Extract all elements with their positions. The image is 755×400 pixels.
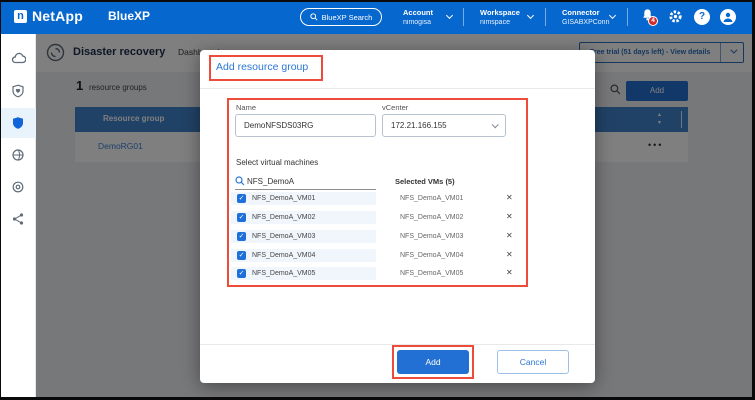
account-menu[interactable]: Account nimogisa bbox=[403, 8, 433, 26]
vm-name: NFS_DemoA_VM04 bbox=[252, 252, 315, 259]
restore-globe-icon[interactable] bbox=[0, 140, 36, 170]
vm-list-item[interactable]: NFS_DemoA_VM01 bbox=[231, 192, 376, 205]
selected-vm-name: NFS_DemoA_VM01 bbox=[400, 195, 463, 202]
checkbox-checked-icon[interactable] bbox=[237, 251, 246, 260]
vm-list-item[interactable]: NFS_DemoA_VM05 bbox=[231, 267, 376, 280]
storage-icon[interactable] bbox=[0, 44, 36, 74]
top-header-bar: n NetApp BlueXP BlueXP Search Account ni… bbox=[0, 0, 755, 34]
checkbox-checked-icon[interactable] bbox=[237, 213, 246, 222]
workspace-label: Workspace bbox=[480, 8, 520, 17]
bluexp-window: n NetApp BlueXP BlueXP Search Account ni… bbox=[0, 0, 755, 400]
remove-vm-icon[interactable] bbox=[506, 213, 513, 221]
health-shield-icon[interactable] bbox=[0, 76, 36, 106]
dialog-add-button[interactable]: Add bbox=[397, 350, 469, 374]
vm-list-item[interactable]: NFS_DemoA_VM04 bbox=[231, 249, 376, 262]
selected-vm-name: NFS_DemoA_VM02 bbox=[400, 214, 463, 221]
selected-vm-name: NFS_DemoA_VM03 bbox=[400, 233, 463, 240]
vm-list-item[interactable]: NFS_DemoA_VM02 bbox=[231, 211, 376, 224]
vm-name: NFS_DemoA_VM02 bbox=[252, 214, 315, 221]
checkbox-checked-icon[interactable] bbox=[237, 232, 246, 241]
dialog-divider bbox=[200, 88, 595, 89]
name-field[interactable]: DemoNFSDS03RG bbox=[235, 114, 376, 137]
header-divider bbox=[627, 8, 628, 26]
dialog-footer-divider bbox=[200, 344, 595, 345]
selected-vms-label: Selected VMs (5) bbox=[395, 177, 455, 186]
vcenter-value: 172.21.166.155 bbox=[391, 121, 447, 130]
name-label: Name bbox=[236, 103, 256, 112]
netapp-logo-icon: n bbox=[14, 10, 27, 23]
remove-vm-icon[interactable] bbox=[506, 194, 513, 202]
search-label: BlueXP Search bbox=[322, 13, 373, 22]
vm-search-icon bbox=[235, 176, 245, 186]
dialog-cancel-button[interactable]: Cancel bbox=[497, 350, 569, 374]
workspace-menu[interactable]: Workspace nimspace bbox=[480, 8, 520, 26]
product-name: BlueXP bbox=[108, 9, 150, 23]
checkbox-checked-icon[interactable] bbox=[237, 194, 246, 203]
dialog-title: Add resource group bbox=[216, 61, 308, 73]
vm-list-item[interactable]: NFS_DemoA_VM03 bbox=[231, 230, 376, 243]
name-value: DemoNFSDS03RG bbox=[244, 121, 313, 130]
chevron-down-icon[interactable] bbox=[609, 12, 616, 19]
selected-vm-name: NFS_DemoA_VM05 bbox=[400, 270, 463, 277]
protection-shield-icon[interactable] bbox=[0, 108, 36, 138]
header-divider bbox=[463, 8, 464, 26]
remove-vm-icon[interactable] bbox=[506, 251, 513, 259]
gear-icon[interactable] bbox=[668, 9, 685, 26]
remove-vm-icon[interactable] bbox=[506, 232, 513, 240]
header-divider bbox=[545, 8, 546, 26]
notification-badge: 4 bbox=[648, 16, 658, 26]
help-icon[interactable]: ? bbox=[694, 9, 711, 26]
selected-vm-name: NFS_DemoA_VM04 bbox=[400, 252, 463, 259]
connector-label: Connector bbox=[562, 8, 609, 17]
connector-value: GISABXPConn bbox=[562, 19, 609, 26]
notifications-bell-icon[interactable]: 4 bbox=[640, 8, 657, 25]
chevron-down-icon bbox=[492, 121, 499, 128]
workspace-value: nimspace bbox=[480, 19, 520, 26]
vm-search-input[interactable]: NFS_DemoA bbox=[247, 177, 294, 186]
user-icon[interactable] bbox=[720, 9, 737, 26]
chevron-down-icon[interactable] bbox=[446, 12, 453, 19]
share-icon[interactable] bbox=[0, 204, 36, 234]
bluexp-search-button[interactable]: BlueXP Search bbox=[300, 8, 382, 26]
left-nav-sidebar bbox=[0, 34, 36, 400]
remove-vm-icon[interactable] bbox=[506, 269, 513, 277]
account-label: Account bbox=[403, 8, 433, 17]
vm-name: NFS_DemoA_VM05 bbox=[252, 270, 315, 277]
search-icon bbox=[310, 13, 318, 21]
target-icon[interactable] bbox=[0, 172, 36, 202]
checkbox-checked-icon[interactable] bbox=[237, 269, 246, 278]
account-value: nimogisa bbox=[403, 19, 433, 26]
select-vms-label: Select virtual machines bbox=[236, 158, 318, 167]
add-resource-group-dialog: Add resource group Name DemoNFSDS03RG vC… bbox=[200, 50, 595, 383]
vm-search-underline bbox=[235, 189, 376, 190]
chevron-down-icon[interactable] bbox=[527, 12, 534, 19]
connector-menu[interactable]: Connector GISABXPConn bbox=[562, 8, 609, 26]
vcenter-select[interactable]: 172.21.166.155 bbox=[382, 114, 506, 137]
brand-name: NetApp bbox=[32, 8, 83, 24]
vm-name: NFS_DemoA_VM03 bbox=[252, 233, 315, 240]
vcenter-label: vCenter bbox=[382, 103, 408, 112]
vm-name: NFS_DemoA_VM01 bbox=[252, 195, 315, 202]
